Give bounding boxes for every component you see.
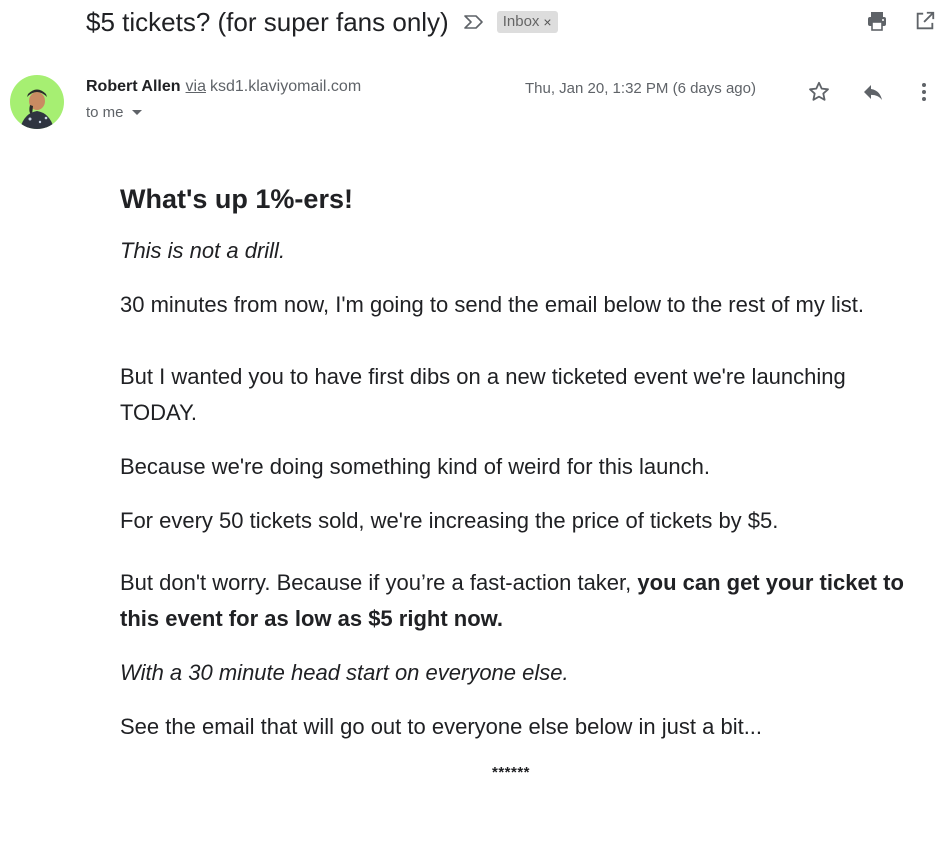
section-separator: ******	[491, 764, 531, 781]
body-paragraph-8: See the email that will go out to everyo…	[120, 714, 763, 739]
via-domain: ksd1.klaviyomail.com	[209, 78, 362, 95]
print-icon[interactable]	[864, 8, 890, 34]
chevron-down-icon[interactable]	[131, 110, 142, 115]
body-paragraph-5: For every 50 tickets sold, we're increas…	[120, 508, 779, 533]
sender-name[interactable]: Robert Allen	[86, 78, 181, 95]
body-paragraph-6-text: But don't worry. Because if you’re a fas…	[120, 570, 638, 595]
body-paragraph-4: Because we're doing something kind of we…	[120, 454, 710, 479]
body-paragraph-3: But I wanted you to have first dibs on a…	[120, 364, 846, 425]
body-paragraph-1: This is not a drill.	[120, 238, 286, 263]
recipient-line[interactable]: to me	[86, 104, 361, 121]
email-subject: $5 tickets? (for super fans only)	[86, 6, 449, 37]
more-vert-icon[interactable]	[910, 78, 938, 106]
body-paragraph-6: But don't worry. Because if you’re a fas…	[120, 565, 910, 637]
sender-line: Robert Allen via ksd1.klaviyomail.com	[86, 78, 361, 96]
body-paragraph-7: With a 30 minute head start on everyone …	[120, 660, 569, 685]
importance-marker-icon[interactable]	[463, 14, 485, 30]
email-date: Thu, Jan 20, 1:32 PM (6 days ago)	[525, 80, 756, 97]
remove-label-icon[interactable]: ×	[543, 13, 551, 31]
label-chip-inbox: Inbox ×	[496, 11, 558, 33]
sender-info: Robert Allen via ksd1.klaviyomail.com to m…	[86, 78, 361, 121]
via-link[interactable]: via	[186, 78, 206, 95]
subject-row: $5 tickets? (for super fans only) Inbox …	[86, 4, 558, 40]
email-body: What's up 1%-ers! This is not a drill. 3…	[120, 180, 910, 791]
body-paragraph-2: 30 minutes from now, I'm going to send t…	[120, 292, 864, 317]
reply-icon[interactable]	[859, 78, 887, 106]
recipient-text: to me	[86, 104, 124, 121]
label-chip-text: Inbox	[502, 13, 540, 30]
email-greeting: What's up 1%-ers!	[120, 184, 353, 214]
sender-avatar[interactable]	[10, 75, 64, 129]
open-in-new-window-icon[interactable]	[912, 8, 938, 34]
star-icon[interactable]	[805, 78, 833, 106]
